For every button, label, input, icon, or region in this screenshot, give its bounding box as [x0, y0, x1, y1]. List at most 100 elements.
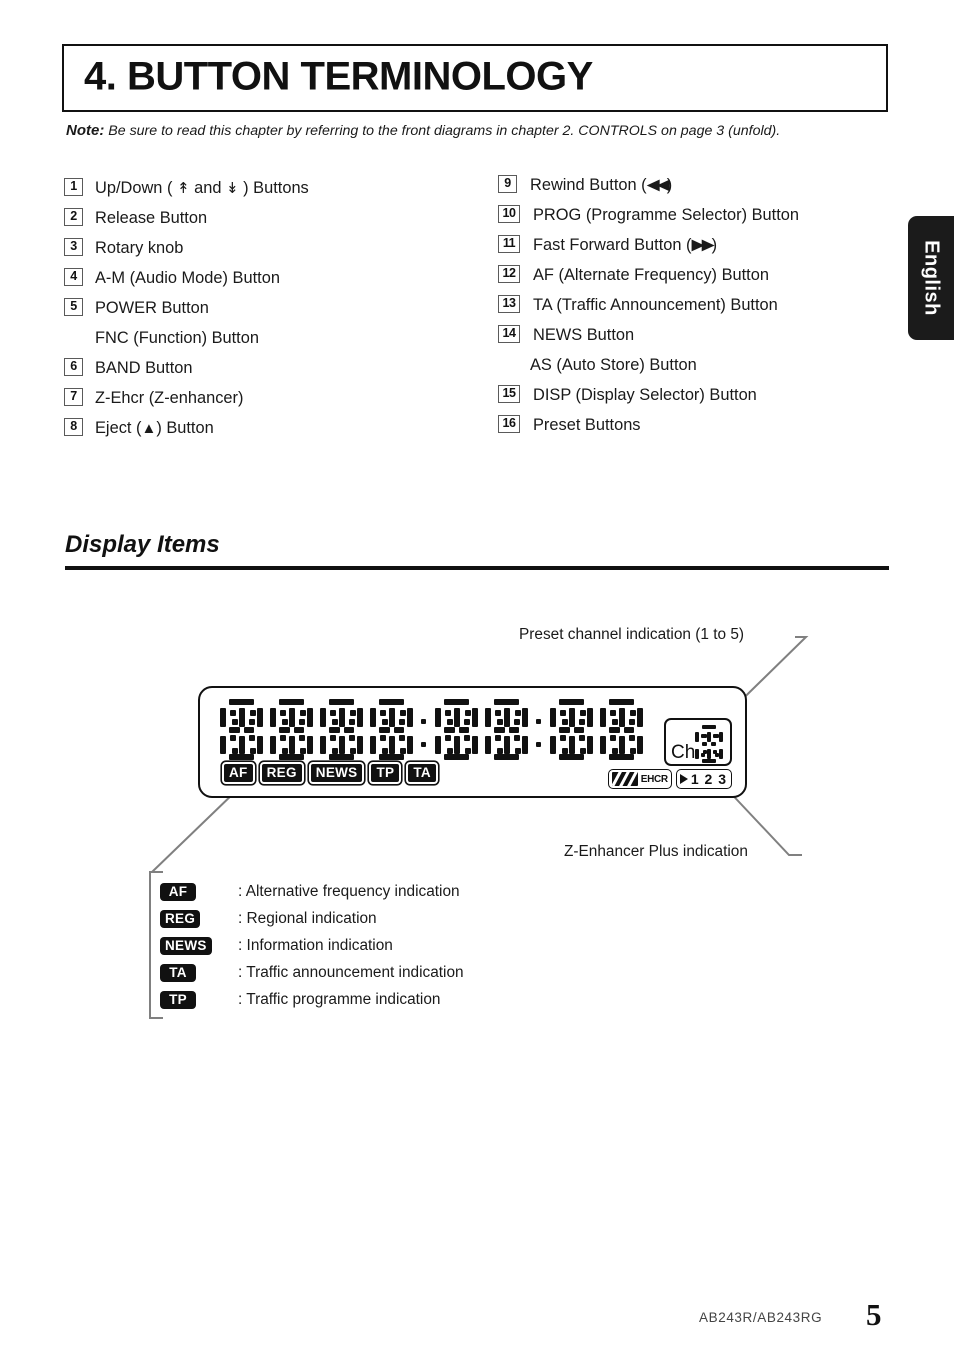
item-label-pre: Rewind Button (: [530, 176, 647, 194]
item-number-badge: 7: [64, 388, 83, 406]
legend-badge-ta: TA: [160, 963, 196, 982]
lcd-character: [435, 699, 478, 760]
item-label: Rotary knob: [95, 239, 184, 257]
legend-text: : Regional indication: [238, 909, 377, 927]
lcd-zehcr-box: EHCR: [607, 769, 672, 789]
list-item: 12 AF (Alternate Frequency) Button: [498, 260, 898, 290]
item-number-badge: 9: [498, 175, 517, 193]
indicator-tp: TP: [369, 762, 402, 784]
item-label-mid: and: [189, 179, 227, 197]
lcd-colon-separator: [535, 699, 544, 760]
item-number-badge: 3: [64, 238, 83, 256]
item-label: NEWS Button: [533, 326, 635, 344]
legend-item: TA : Traffic announcement indication: [160, 959, 464, 986]
legend-text: : Alternative frequency indication: [238, 882, 460, 900]
item-number-badge-blank: [498, 355, 517, 373]
item-number-badge: 2: [64, 208, 83, 226]
item-label: DISP (Display Selector) Button: [533, 386, 757, 404]
chevron-up-double-icon: ↟: [176, 180, 190, 197]
list-item: 4 A-M (Audio Mode) Button: [64, 263, 484, 293]
item-number-badge: 12: [498, 265, 520, 283]
lcd-zehcr-label: EHCR: [640, 773, 668, 785]
lcd-preset-digit: [695, 725, 723, 763]
legend-badge-news: NEWS: [160, 936, 212, 955]
item-number-badge: 13: [498, 295, 520, 313]
button-list-right: 9 Rewind Button (◀◀) 10 PROG (Programme …: [498, 170, 898, 440]
language-tab-label: English: [920, 240, 943, 316]
legend-badge-wrap: REG: [160, 909, 236, 928]
legend-badge-wrap: TP: [160, 990, 236, 1009]
item-number-badge: 15: [498, 385, 520, 403]
language-tab-english: English: [908, 216, 954, 340]
item-label: PROG (Programme Selector) Button: [533, 206, 799, 224]
item-number-badge: 1: [64, 178, 83, 196]
item-label: POWER Button: [95, 299, 209, 317]
list-item: 13 TA (Traffic Announcement) Button: [498, 290, 898, 320]
lcd-preset-channel-box: Ch: [664, 718, 732, 766]
item-label: A-M (Audio Mode) Button: [95, 269, 280, 287]
item-label: Eject (▲) Button: [95, 413, 214, 444]
item-label-post: ) Buttons: [238, 179, 309, 197]
legend-badge-af: AF: [160, 882, 196, 901]
lcd-character: [600, 699, 643, 760]
item-label-post: ): [711, 236, 718, 254]
indicator-legend-list: AF : Alternative frequency indication RE…: [160, 878, 464, 1013]
lcd-display-panel: AF REG NEWS TP TA Ch EHCR 1 2 3: [198, 686, 747, 798]
note-text: Be sure to read this chapter by referrin…: [108, 123, 781, 139]
item-label: Release Button: [95, 209, 208, 227]
item-label-post: ): [666, 176, 673, 194]
item-number-badge: 5: [64, 298, 83, 316]
item-number-badge: 8: [64, 418, 83, 436]
lcd-preset-numbers: 1 2 3: [690, 771, 727, 787]
item-number-badge: 16: [498, 415, 520, 433]
list-item: 9 Rewind Button (◀◀): [498, 170, 898, 200]
section-heading-display-items: Display Items: [65, 531, 220, 558]
list-item: AS (Auto Store) Button: [498, 350, 898, 380]
legend-text: : Traffic announcement indication: [238, 963, 464, 981]
item-number-badge: 11: [498, 235, 520, 253]
item-number-badge: 14: [498, 325, 520, 343]
item-label: TA (Traffic Announcement) Button: [533, 296, 778, 314]
legend-badge-tp: TP: [160, 990, 196, 1009]
leader-line-af: [151, 789, 238, 873]
lcd-character-row: [220, 699, 650, 760]
callout-zenhancer: Z-Enhancer Plus indication: [564, 843, 748, 860]
list-item: 15 DISP (Display Selector) Button: [498, 380, 898, 410]
lcd-character: [485, 699, 528, 760]
item-label: Rewind Button (◀◀): [530, 170, 672, 200]
item-label-pre: Fast Forward Button (: [533, 236, 692, 254]
lcd-indicator-row: AF REG NEWS TP TA: [222, 762, 443, 784]
item-number-badge: 4: [64, 268, 83, 286]
legend-item: AF : Alternative frequency indication: [160, 878, 464, 905]
item-label-post: ) Button: [156, 419, 214, 437]
legend-badge-wrap: AF: [160, 882, 236, 901]
lcd-zenhancer-strip: EHCR 1 2 3: [607, 768, 732, 790]
item-number-badge-blank: [64, 328, 83, 346]
lcd-character: [270, 699, 313, 760]
section-divider: [65, 566, 889, 570]
item-label-pre: Up/Down (: [95, 179, 177, 197]
list-item: 7 Z-Ehcr (Z-enhancer): [64, 383, 484, 413]
button-list-left: 1 Up/Down ( ↟ and ↡ ) Buttons 2 Release …: [64, 173, 484, 443]
play-triangle-icon: [679, 774, 688, 784]
item-label: Up/Down ( ↟ and ↡ ) Buttons: [95, 173, 309, 204]
lcd-character: [320, 699, 363, 760]
list-item: 10 PROG (Programme Selector) Button: [498, 200, 898, 230]
lcd-character: [370, 699, 413, 760]
page-title: 4. BUTTON TERMINOLOGY: [84, 54, 593, 99]
list-item: 3 Rotary knob: [64, 233, 484, 263]
item-number-badge: 10: [498, 205, 520, 223]
lcd-character: [220, 699, 263, 760]
fast-forward-icon: ▶▶: [691, 235, 715, 254]
item-label: Preset Buttons: [533, 416, 641, 434]
lcd-ch-label: Ch: [671, 742, 696, 763]
zenhancer-bars-icon: [611, 772, 638, 786]
footer-page-number: 5: [866, 1297, 882, 1332]
item-label: Z-Ehcr (Z-enhancer): [95, 389, 244, 407]
chevron-down-double-icon: ↡: [226, 180, 239, 197]
list-item: 16 Preset Buttons: [498, 410, 898, 440]
legend-text: : Information indication: [238, 936, 393, 954]
indicator-reg: REG: [259, 762, 304, 784]
item-label: FNC (Function) Button: [95, 329, 259, 347]
legend-badge-wrap: TA: [160, 963, 236, 982]
